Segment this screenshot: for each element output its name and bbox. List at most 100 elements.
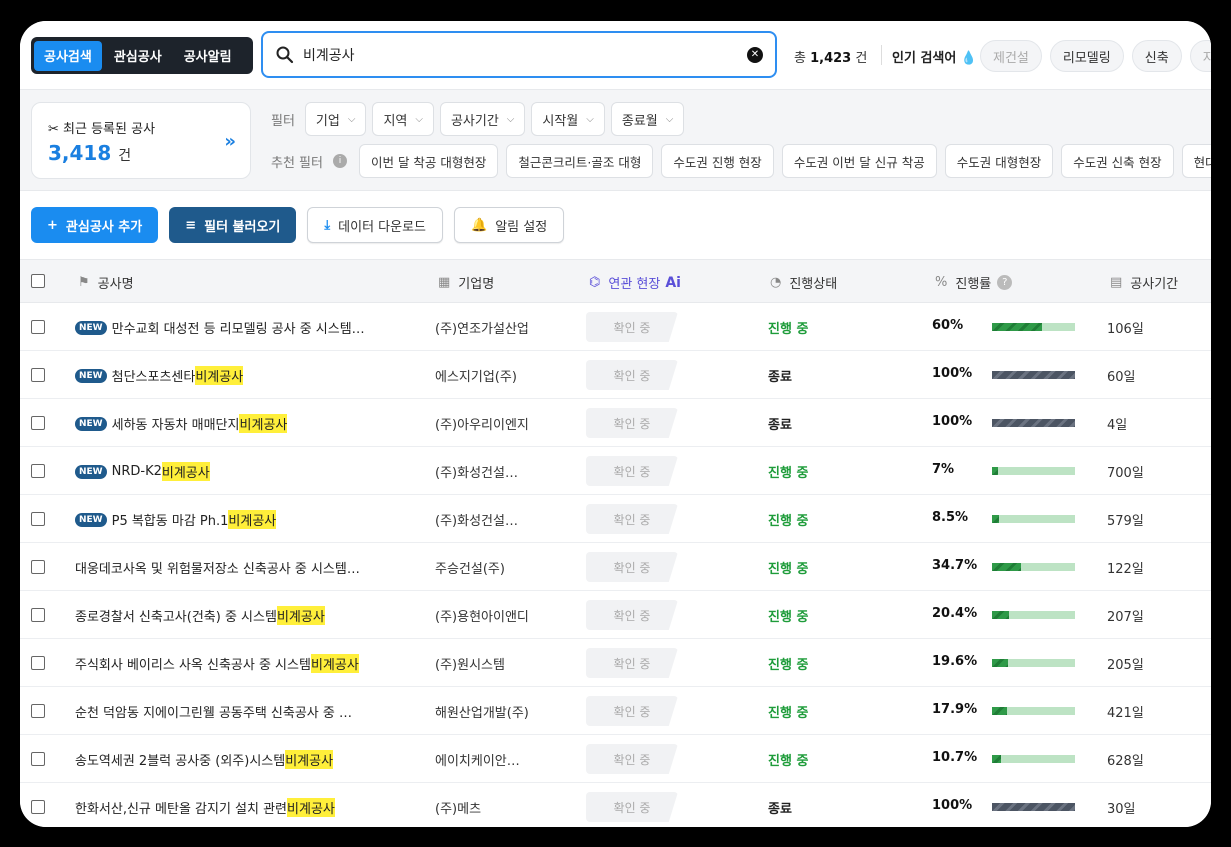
table-row[interactable]: 순천 덕암동 지에이그린웰 공동주택 신축공사 중 … 해원산업개발(주) 확인… (20, 687, 1211, 735)
status-text: 종료 (768, 370, 792, 385)
table-row[interactable]: 한화서산,신규 메탄올 감지기 설치 관련 비계공사 (주)메츠 확인 중 종료… (20, 783, 1211, 827)
project-name[interactable]: 송도역세권 2블럭 공사중 (외주)시스템 비계공사 (75, 750, 334, 769)
company-name[interactable]: (주)원시스템 (435, 654, 505, 673)
status-text: 종료 (768, 418, 792, 433)
filter-icon: ≡ (185, 217, 197, 233)
project-name[interactable]: 종로경찰서 신축고사(건축) 중 시스템 비계공사 (75, 606, 325, 625)
col-period[interactable]: ▤ 공사기간 (1110, 273, 1178, 292)
recommend-filter[interactable]: 수도권 대형현장 (944, 144, 1054, 178)
recommend-filter[interactable]: 수도권 진행 현장 (661, 144, 774, 178)
project-name[interactable]: NEW 만수교회 대성전 등 리모델링 공사 중 시스템… (75, 318, 365, 337)
row-checkbox[interactable] (31, 368, 45, 382)
download-label: 데이터 다운로드 (338, 219, 427, 235)
row-checkbox[interactable] (31, 560, 45, 574)
progress-percent: 100% (932, 366, 973, 381)
progress-fill (992, 803, 1075, 811)
row-checkbox[interactable] (31, 656, 45, 670)
recommend-filter[interactable]: 현대 (1181, 144, 1211, 178)
popular-chip[interactable]: 지역 (1189, 40, 1211, 72)
alert-settings-button[interactable]: 🔔 알림 설정 (454, 207, 565, 243)
tab-alerts[interactable]: 공사알림 (174, 41, 242, 71)
row-checkbox[interactable] (31, 464, 45, 478)
filter-period[interactable]: 공사기간 ⌵ (439, 102, 526, 136)
table-row[interactable]: 대웅데코사옥 및 위험물저장소 신축공사 중 시스템… 주승건설(주) 확인 중… (20, 543, 1211, 591)
recent-count-number: 3,418 (48, 141, 112, 165)
info-icon[interactable]: i (332, 154, 347, 168)
popular-chip[interactable]: 신축 (1131, 40, 1182, 72)
row-checkbox[interactable] (31, 608, 45, 622)
company-name[interactable]: (주)연조가설산업 (435, 318, 529, 337)
row-checkbox[interactable] (31, 416, 45, 430)
status-text: 진행 중 (768, 706, 809, 721)
project-name[interactable]: 대웅데코사옥 및 위험물저장소 신축공사 중 시스템… (75, 558, 360, 577)
col-related[interactable]: ⌬ 연관 현장 Ai (589, 273, 681, 293)
project-name[interactable]: 주식회사 베이리스 사옥 신축공사 중 시스템 비계공사 (75, 654, 359, 673)
tab-interest[interactable]: 관심공사 (104, 41, 172, 71)
project-name[interactable]: NEW P5 복합동 마감 Ph.1 비계공사 (75, 510, 277, 529)
search-input[interactable] (303, 46, 747, 63)
company-name[interactable]: 에스지기업(주) (435, 366, 517, 385)
period-text: 207일 (1107, 610, 1144, 625)
row-checkbox[interactable] (31, 512, 45, 526)
add-interest-button[interactable]: + 관심공사 추가 (31, 207, 159, 243)
recommend-filter[interactable]: 철근콘크리트·골조 대형 (506, 144, 654, 178)
top-search-bar: 공사검색 관심공사 공사알림 ✕ 총 1,423 건 인기 검색어 💧 제건설 … (20, 21, 1211, 90)
popular-chip[interactable]: 제건설 (980, 40, 1042, 72)
col-status[interactable]: ◔ 진행상태 (770, 273, 837, 292)
progress-percent: 34.7% (932, 558, 978, 573)
related-site-status: 확인 중 (586, 744, 678, 774)
calendar-icon: ▤ (1110, 275, 1123, 290)
help-icon[interactable]: ? (997, 275, 1013, 290)
recent-count: 3,418 건 (48, 141, 131, 165)
filter-start-month[interactable]: 시작월 ⌵ (531, 102, 605, 136)
project-name[interactable]: NEW 첨단스포츠센타 비계공사 (75, 366, 244, 385)
download-button[interactable]: ⤓ 데이터 다운로드 (307, 207, 444, 243)
row-checkbox[interactable] (31, 752, 45, 766)
table-row[interactable]: NEW P5 복합동 마감 Ph.1 비계공사 (주)화성건설… 확인 중 진행… (20, 495, 1211, 543)
new-badge: NEW (75, 464, 107, 479)
filter-region[interactable]: 지역 ⌵ (372, 102, 434, 136)
company-name[interactable]: (주)용현아이앤디 (435, 606, 529, 625)
row-checkbox[interactable] (31, 800, 45, 814)
progress-fill (992, 755, 1001, 763)
double-chevron-right-icon[interactable]: » (224, 131, 236, 152)
recommend-filter[interactable]: 수도권 이번 달 신규 착공 (781, 144, 937, 178)
table-row[interactable]: 주식회사 베이리스 사옥 신축공사 중 시스템 비계공사 (주)원시스템 확인 … (20, 639, 1211, 687)
table-row[interactable]: NEW NRD-K2 비계공사 (주)화성건설… 확인 중 진행 중 7% 70… (20, 447, 1211, 495)
popular-keywords-label: 인기 검색어 💧 (892, 47, 977, 66)
table-row[interactable]: 종로경찰서 신축고사(건축) 중 시스템 비계공사 (주)용현아이앤디 확인 중… (20, 591, 1211, 639)
col-company[interactable]: ▦ 기업명 (438, 273, 494, 292)
recommend-filter[interactable]: 수도권 신축 현장 (1061, 144, 1174, 178)
company-name[interactable]: (주)아우리이엔지 (435, 414, 529, 433)
project-name[interactable]: NEW NRD-K2 비계공사 (75, 462, 210, 481)
col-progress[interactable]: % 진행률? (935, 273, 1013, 292)
table-row[interactable]: NEW 만수교회 대성전 등 리모델링 공사 중 시스템… (주)연조가설산업 … (20, 303, 1211, 351)
table-row[interactable]: NEW 세하동 자동차 매매단지 비계공사 (주)아우리이엔지 확인 중 종료 … (20, 399, 1211, 447)
company-name[interactable]: (주)메츠 (435, 798, 481, 817)
project-name[interactable]: NEW 세하동 자동차 매매단지 비계공사 (75, 414, 288, 433)
keyword-highlight: 비계공사 (287, 798, 335, 817)
company-name[interactable]: (주)화성건설… (435, 510, 518, 529)
company-name[interactable]: 해원산업개발(주) (435, 702, 529, 721)
project-name[interactable]: 순천 덕암동 지에이그린웰 공동주택 신축공사 중 … (75, 702, 352, 721)
col-name[interactable]: ⚑ 공사명 (78, 273, 134, 292)
company-name[interactable]: 주승건설(주) (435, 558, 505, 577)
row-checkbox[interactable] (31, 320, 45, 334)
project-name[interactable]: 한화서산,신규 메탄올 감지기 설치 관련 비계공사 (75, 798, 335, 817)
table-row[interactable]: NEW 첨단스포츠센타 비계공사 에스지기업(주) 확인 중 종료 100% 6… (20, 351, 1211, 399)
tab-search[interactable]: 공사검색 (34, 40, 102, 71)
company-name[interactable]: 에이치케이안… (435, 750, 520, 769)
table-row[interactable]: 송도역세권 2블럭 공사중 (외주)시스템 비계공사 에이치케이안… 확인 중 … (20, 735, 1211, 783)
filter-company[interactable]: 기업 ⌵ (304, 102, 367, 136)
clear-icon[interactable]: ✕ (747, 46, 763, 63)
project-name-text: 세하동 자동차 매매단지 (111, 418, 240, 433)
row-checkbox[interactable] (31, 704, 45, 718)
recent-projects-card[interactable]: ✂ 최근 등록된 공사 3,418 건 » (31, 102, 251, 179)
recommend-filter[interactable]: 이번 달 착공 대형현장 (358, 144, 499, 178)
select-all-checkbox[interactable] (31, 274, 45, 288)
keyword-highlight: 비계공사 (228, 510, 277, 529)
filter-end-month[interactable]: 종료월 ⌵ (610, 102, 685, 136)
load-filter-button[interactable]: ≡ 필터 불러오기 (169, 207, 297, 243)
company-name[interactable]: (주)화성건설… (435, 462, 518, 481)
popular-chip[interactable]: 리모델링 (1049, 40, 1124, 72)
